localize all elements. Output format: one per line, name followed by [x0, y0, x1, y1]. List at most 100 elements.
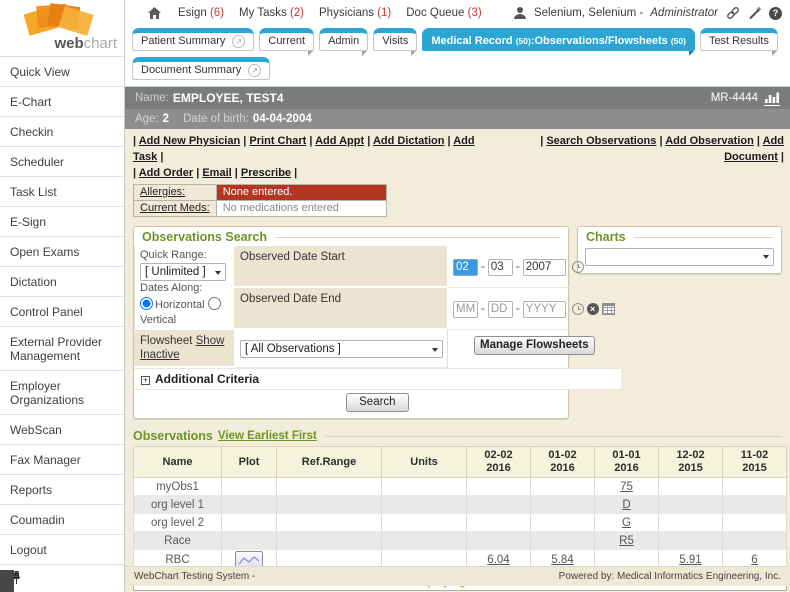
link-add-new-physician[interactable]: Add New Physician — [139, 135, 240, 147]
sidebar-item-external-provider-management[interactable]: External Provider Management — [0, 327, 124, 371]
tab-test-results[interactable]: Test Results — [700, 28, 778, 51]
sidebar-item-fax-manager[interactable]: Fax Manager — [0, 445, 124, 475]
flowsheet-select[interactable]: [ All Observations ] — [240, 340, 443, 358]
sidebar-item-webscan[interactable]: WebScan — [0, 415, 124, 445]
clock-icon[interactable] — [572, 261, 584, 273]
mr-chart-link[interactable] — [764, 91, 780, 106]
home-icon[interactable] — [147, 6, 162, 20]
link-add-observation[interactable]: Add Observation — [665, 135, 754, 147]
start-day-input[interactable] — [488, 259, 513, 276]
sidebar-item-reports[interactable]: Reports — [0, 475, 124, 505]
sidebar-item-e-sign[interactable]: E-Sign — [0, 207, 124, 237]
quick-range-select[interactable]: [ Unlimited ] — [140, 263, 226, 281]
tab-current[interactable]: Current — [259, 28, 314, 51]
flowsheet-field: [ All Observations ] — [234, 330, 447, 368]
obs-plot-cell — [222, 514, 277, 532]
end-year-input[interactable] — [523, 301, 566, 318]
start-year-input[interactable] — [523, 259, 566, 276]
link-prescribe[interactable]: Prescribe — [241, 167, 291, 179]
clock-icon[interactable] — [572, 303, 584, 315]
nav-label: Esign — [178, 7, 210, 19]
header-region: Esign (6) My Tasks (2) Physicians (1) Doc Q… — [125, 0, 790, 87]
obs-name: myObs1 — [134, 478, 222, 496]
tab-patient-summary[interactable]: Patient Summary↗ — [132, 28, 254, 51]
popout-icon[interactable]: ↗ — [248, 64, 261, 77]
sidebar-item-open-exams[interactable]: Open Exams — [0, 237, 124, 267]
calendar-icon[interactable] — [602, 303, 615, 315]
sidebar-item-checkin[interactable]: Checkin — [0, 117, 124, 147]
sidebar-item-task-list[interactable]: Task List — [0, 177, 124, 207]
tab-label: Medical Record (50):Observations/Flowshe… — [431, 35, 686, 47]
link-add-order[interactable]: Add Order — [139, 167, 193, 179]
obs-value-link[interactable]: G — [622, 517, 631, 529]
wand-icon[interactable] — [748, 6, 762, 20]
obs-col-ref-range: Ref.Range — [277, 447, 382, 478]
link-search-observations[interactable]: Search Observations — [546, 135, 656, 147]
quicklinks-left-line2: | Add Order | Email | Prescribe | — [133, 165, 491, 181]
nav-count: (3) — [468, 7, 482, 19]
nav-label: Physicians — [319, 7, 377, 19]
link-add-appt[interactable]: Add Appt — [315, 135, 364, 147]
quicklinks-right: | Search Observations | Add Observation … — [491, 133, 784, 181]
obs-value-cell — [531, 532, 595, 550]
vertical-radio[interactable] — [208, 297, 221, 310]
user-icon — [513, 6, 527, 20]
link-icon[interactable] — [725, 6, 741, 20]
popout-icon[interactable]: ↗ — [232, 35, 245, 48]
tab-label: Document Summary — [141, 64, 241, 76]
obs-value-link[interactable]: 75 — [620, 481, 633, 493]
obs-value-link[interactable]: R5 — [619, 535, 634, 547]
obs-value-link[interactable]: D — [622, 499, 630, 511]
current-meds-link[interactable]: Current Meds: — [140, 202, 210, 214]
user-role: Administrator — [650, 7, 718, 19]
tab-label: Current — [268, 35, 305, 47]
obs-value-cell — [467, 496, 531, 514]
end-day-input[interactable] — [488, 301, 513, 318]
sidebar-pin[interactable] — [0, 565, 124, 592]
obs-value-link[interactable]: 5.91 — [679, 554, 701, 566]
help-icon[interactable]: ? — [769, 7, 782, 20]
allergies-link[interactable]: Allergies: — [140, 186, 185, 198]
link-print-chart[interactable]: Print Chart — [249, 135, 306, 147]
obs-units — [382, 514, 467, 532]
link-email[interactable]: Email — [202, 167, 231, 179]
tab-visits[interactable]: Visits — [373, 28, 417, 51]
charts-select[interactable] — [585, 248, 774, 266]
tab-admin[interactable]: Admin — [319, 28, 368, 51]
sidebar-item-dictation[interactable]: Dictation — [0, 267, 124, 297]
sidebar-item-coumadin[interactable]: Coumadin — [0, 505, 124, 535]
additional-criteria-row[interactable]: +Additional Criteria — [134, 368, 621, 389]
clear-date-icon[interactable]: × — [587, 303, 599, 315]
sidebar-item-quick-view[interactable]: Quick View — [0, 57, 124, 87]
user-name[interactable]: Selenium, Selenium - — [534, 7, 643, 19]
obs-col-01-02-2016: 01-02 2016 — [531, 447, 595, 478]
tab-document-summary[interactable]: Document Summary ↗ — [132, 57, 270, 80]
sidebar-item-logout[interactable]: Logout — [0, 535, 124, 565]
start-month-input[interactable] — [453, 259, 478, 276]
obs-value-link[interactable]: 6 — [751, 554, 757, 566]
webchart-logo[interactable]: webchart — [0, 0, 124, 57]
tab-medical-record-50-observations-flowsheets-50[interactable]: Medical Record (50):Observations/Flowshe… — [422, 28, 695, 51]
obs-value-link[interactable]: 6.04 — [487, 554, 509, 566]
obs-refrange — [277, 532, 382, 550]
nav-esign[interactable]: Esign (6) — [178, 7, 224, 19]
manage-flowsheets-button[interactable]: Manage Flowsheets — [474, 336, 595, 355]
nav-my-tasks[interactable]: My Tasks (2) — [239, 7, 304, 19]
link-add-dictation[interactable]: Add Dictation — [373, 135, 445, 147]
obs-value-link[interactable]: 5.84 — [551, 554, 573, 566]
expand-plus-icon[interactable]: + — [141, 376, 150, 385]
logo-web: web — [54, 35, 83, 52]
search-button[interactable]: Search — [346, 393, 408, 412]
sidebar-item-scheduler[interactable]: Scheduler — [0, 147, 124, 177]
view-earliest-first-link[interactable]: View Earliest First — [218, 430, 317, 442]
sidebar-item-control-panel[interactable]: Control Panel — [0, 297, 124, 327]
sidebar-item-employer-organizations[interactable]: Employer Organizations — [0, 371, 124, 415]
horizontal-radio[interactable] — [140, 297, 153, 310]
end-month-input[interactable] — [453, 301, 478, 318]
nav-physicians[interactable]: Physicians (1) — [319, 7, 391, 19]
footer-left: WebChart Testing System - — [134, 571, 255, 582]
obs-row-org-level-1: org level 1D — [134, 496, 787, 514]
sidebar-item-e-chart[interactable]: E-Chart — [0, 87, 124, 117]
observed-end-label: Observed Date End — [234, 288, 447, 330]
nav-doc-queue[interactable]: Doc Queue (3) — [406, 7, 481, 19]
